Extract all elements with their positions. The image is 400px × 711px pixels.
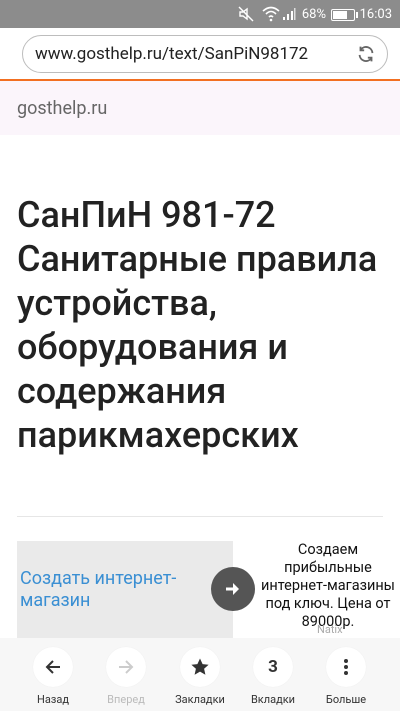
tabs-circle[interactable]: 3 (253, 647, 293, 687)
bookmarks-label: Закладки (175, 693, 225, 706)
star-icon (191, 658, 209, 675)
site-header: gosthelp.ru (0, 81, 400, 135)
status-bar: 68% 16:03 (0, 0, 400, 28)
tabs-button[interactable]: 3 Вкладки (233, 638, 313, 711)
more-vert-icon (344, 659, 348, 675)
battery-icon (331, 9, 358, 21)
page-title: СанПиН 981-72 Санитарные правила устройс… (17, 194, 378, 456)
more-circle[interactable] (326, 647, 366, 687)
battery-fill (333, 11, 347, 19)
ad-left-panel[interactable]: Создать интернет-магазин (17, 541, 233, 638)
tabs-label: Вкладки (250, 693, 296, 706)
url-text[interactable]: www.gosthelp.ru/text/SanPiN98172 (35, 44, 335, 64)
battery-percent: 68% (301, 6, 326, 22)
bookmarks-circle[interactable] (180, 647, 220, 687)
more-button[interactable]: Больше (306, 638, 386, 711)
mute-icon (238, 6, 254, 22)
browser-toolbar: www.gosthelp.ru/text/SanPiN98172 (0, 28, 400, 80)
forward-button[interactable]: Вперед (86, 638, 166, 711)
clock: 16:03 (359, 6, 392, 22)
arrow-right-icon (226, 583, 239, 595)
forward-label: Вперед (107, 693, 145, 706)
wifi-icon (262, 6, 280, 22)
ad-description[interactable]: Создаем прибыльные интернет-магазины под… (253, 541, 400, 631)
address-bar[interactable]: www.gosthelp.ru/text/SanPiN98172 (22, 35, 388, 73)
signal-icon (283, 8, 296, 20)
arrow-right-icon (119, 660, 134, 674)
more-label: Больше (325, 693, 367, 706)
reload-icon[interactable] (355, 43, 377, 65)
site-name-link[interactable]: gosthelp.ru (17, 98, 107, 119)
ad-brand: Natix (317, 623, 343, 636)
ad-link-text[interactable]: Создать интернет-магазин (20, 568, 220, 612)
arrow-left-icon (45, 660, 60, 674)
divider (17, 516, 383, 517)
forward-circle[interactable] (106, 647, 146, 687)
bottom-navigation: Назад Вперед Закладки 3 Вкладки Больше (0, 638, 400, 711)
ad-arrow-button[interactable] (211, 567, 255, 611)
back-label: Назад (36, 693, 70, 706)
tabs-count: 3 (268, 657, 278, 677)
bookmarks-button[interactable]: Закладки (160, 638, 240, 711)
back-button[interactable]: Назад (13, 638, 93, 711)
ad-banner[interactable]: Создать интернет-магазин Создаем прибыль… (17, 541, 400, 638)
back-circle[interactable] (33, 647, 73, 687)
